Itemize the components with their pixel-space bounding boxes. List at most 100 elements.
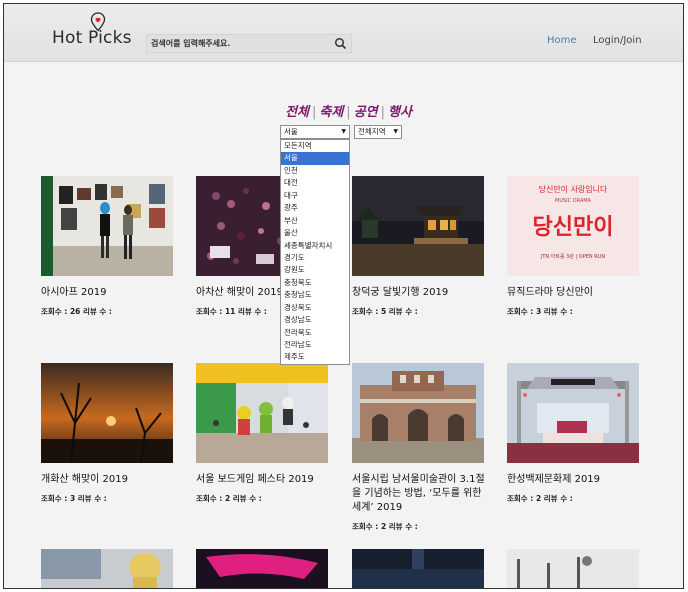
nav-home-link[interactable]: Home <box>547 35 577 46</box>
tab-separator: | <box>311 105 317 120</box>
event-meta: 조회수 : 3 리뷰 수 : <box>41 493 173 504</box>
event-card[interactable]: 개화산 해맞이 2019 조회수 : 3 리뷰 수 : <box>41 363 173 504</box>
reviews-label: 리뷰 수 : <box>232 494 262 503</box>
event-title[interactable]: 서울시립 남서울미술관이 3.1절을 기념하는 방법, ‘모두를 위한 세계’ … <box>352 473 488 515</box>
region-option[interactable]: 전라남도 <box>281 339 349 351</box>
region-option[interactable]: 세종특별자치시 <box>281 240 349 252</box>
views-count: 5 <box>380 307 387 316</box>
reviews-label: 리뷰 수 : <box>388 522 418 531</box>
tab-performance[interactable]: 공연 <box>354 105 378 120</box>
views-count: 2 <box>535 494 542 503</box>
event-thumbnail[interactable] <box>507 363 639 463</box>
site-header: Hot Picks Home Login/Join <box>4 4 683 62</box>
event-meta: 조회수 : 3 리뷰 수 : <box>507 306 639 317</box>
reviews-label: 리뷰 수 : <box>388 307 418 316</box>
event-title[interactable]: 개화산 해맞이 2019 <box>41 473 177 487</box>
views-label: 조회수 : <box>507 307 534 316</box>
dropdown-arrow-icon: ▼ <box>393 128 398 135</box>
poster-top-text: 당신만이 사랑입니다 <box>539 184 608 194</box>
event-meta: 조회수 : 2 리뷰 수 : <box>352 521 484 532</box>
region-option[interactable]: 경상북도 <box>281 302 349 314</box>
subregion-select-value: 전체지역 <box>358 127 386 136</box>
event-thumbnail[interactable] <box>41 176 173 276</box>
search-icon[interactable] <box>334 37 347 50</box>
event-meta: 조회수 : 5 리뷰 수 : <box>352 306 484 317</box>
event-thumbnail[interactable] <box>41 549 173 589</box>
nav-login-link[interactable]: Login/Join <box>593 35 642 46</box>
region-dropdown-list: 모든지역 서울 인천 대전 대구 광주 부산 울산 세종특별자치시 경기도 강원… <box>280 139 350 365</box>
event-title[interactable]: 아시아프 2019 <box>41 286 177 300</box>
event-card[interactable]: 창덕궁 달빛기행 2019 조회수 : 5 리뷰 수 : <box>352 176 484 317</box>
views-count: 3 <box>535 307 542 316</box>
region-option[interactable]: 인천 <box>281 165 349 177</box>
tab-separator: | <box>346 105 351 120</box>
region-option[interactable]: 대전 <box>281 177 349 189</box>
event-meta: 조회수 : 26 리뷰 수 : <box>41 306 173 317</box>
region-select[interactable]: 서울 ▼ <box>280 125 350 139</box>
event-card[interactable]: 서울시립 남서울미술관이 3.1절을 기념하는 방법, ‘모두를 위한 세계’ … <box>352 363 485 532</box>
event-card[interactable]: 한성백제문화제 2019 조회수 : 2 리뷰 수 : <box>507 363 639 504</box>
views-count: 11 <box>224 307 236 316</box>
views-count: 2 <box>380 522 387 531</box>
views-count: 3 <box>69 494 76 503</box>
category-tabs: 전체 | 축제 | 공연 | 행사 <box>4 101 683 120</box>
views-label: 조회수 : <box>507 494 534 503</box>
event-thumbnail[interactable] <box>196 363 328 463</box>
search-bar <box>146 34 352 53</box>
event-thumbnail[interactable] <box>352 363 484 463</box>
views-count: 2 <box>224 494 231 503</box>
site-logo[interactable]: Hot Picks <box>52 28 132 48</box>
views-label: 조회수 : <box>41 494 68 503</box>
region-option[interactable]: 경상남도 <box>281 314 349 326</box>
event-thumbnail[interactable] <box>352 549 484 589</box>
event-title[interactable]: 서울 보드게임 페스타 2019 <box>196 473 332 487</box>
views-label: 조회수 : <box>196 494 223 503</box>
tab-separator: | <box>380 105 385 120</box>
poster-venue-text: JTN 아트홀 3관 | OPEN RUN <box>540 253 605 260</box>
search-input[interactable] <box>151 36 331 51</box>
region-option[interactable]: 제주도 <box>281 351 349 363</box>
region-option[interactable]: 충청북도 <box>281 277 349 289</box>
tab-event[interactable]: 행사 <box>388 105 412 120</box>
event-thumbnail[interactable] <box>507 549 639 589</box>
tab-festival[interactable]: 축제 <box>319 105 343 120</box>
event-title[interactable]: 한성백제문화제 2019 <box>507 473 643 487</box>
views-label: 조회수 : <box>41 307 68 316</box>
poster-sub-text: MUSIC DRAMA <box>555 198 592 204</box>
poster-main-text: 당신만이 <box>533 215 614 240</box>
subregion-select[interactable]: 전체지역 ▼ <box>354 125 402 139</box>
region-option[interactable]: 충청남도 <box>281 289 349 301</box>
reviews-label: 리뷰 수 : <box>77 494 107 503</box>
region-option[interactable]: 경기도 <box>281 252 349 264</box>
event-card[interactable]: 서울 보드게임 페스타 2019 조회수 : 2 리뷰 수 : <box>196 363 328 504</box>
tab-all[interactable]: 전체 <box>285 105 309 120</box>
event-title[interactable]: 창덕궁 달빛기행 2019 <box>352 286 488 300</box>
event-card[interactable]: 당신만이 사랑입니다 MUSIC DRAMA 당신만이 JTN 아트홀 3관 |… <box>507 176 639 317</box>
event-thumbnail[interactable]: 당신만이 사랑입니다 MUSIC DRAMA 당신만이 JTN 아트홀 3관 |… <box>507 176 639 276</box>
region-option[interactable]: 모든지역 <box>281 140 349 152</box>
reviews-label: 리뷰 수 : <box>543 307 573 316</box>
reviews-label: 리뷰 수 : <box>543 494 573 503</box>
event-meta: 조회수 : 2 리뷰 수 : <box>196 493 328 504</box>
reviews-label: 리뷰 수 : <box>238 307 267 316</box>
views-label: 조회수 : <box>196 307 223 316</box>
views-label: 조회수 : <box>352 522 379 531</box>
region-option-selected[interactable]: 서울 <box>281 152 349 165</box>
region-option[interactable]: 부산 <box>281 215 349 227</box>
event-thumbnail[interactable] <box>352 176 484 276</box>
event-thumbnail[interactable] <box>196 549 328 589</box>
views-count: 26 <box>69 307 81 316</box>
event-card[interactable]: 아시아프 2019 조회수 : 26 리뷰 수 : <box>41 176 173 317</box>
reviews-label: 리뷰 수 : <box>83 307 112 316</box>
region-option[interactable]: 울산 <box>281 227 349 239</box>
views-label: 조회수 : <box>352 307 379 316</box>
event-thumbnail[interactable] <box>41 363 173 463</box>
main-content: 전체 | 축제 | 공연 | 행사 서울 ▼ 전체지역 ▼ 모든지역 서울 인천 대전 대구… <box>4 63 683 589</box>
event-meta: 조회수 : 2 리뷰 수 : <box>507 493 639 504</box>
event-title[interactable]: 뮤직드라마 당신만이 <box>507 286 643 300</box>
region-option[interactable]: 대구 <box>281 190 349 202</box>
region-option[interactable]: 강원도 <box>281 264 349 276</box>
region-option[interactable]: 광주 <box>281 202 349 214</box>
browser-frame: Hot Picks Home Login/Join 전체|축제|공연|행사 서울… <box>3 3 684 589</box>
region-option[interactable]: 전라북도 <box>281 327 349 339</box>
